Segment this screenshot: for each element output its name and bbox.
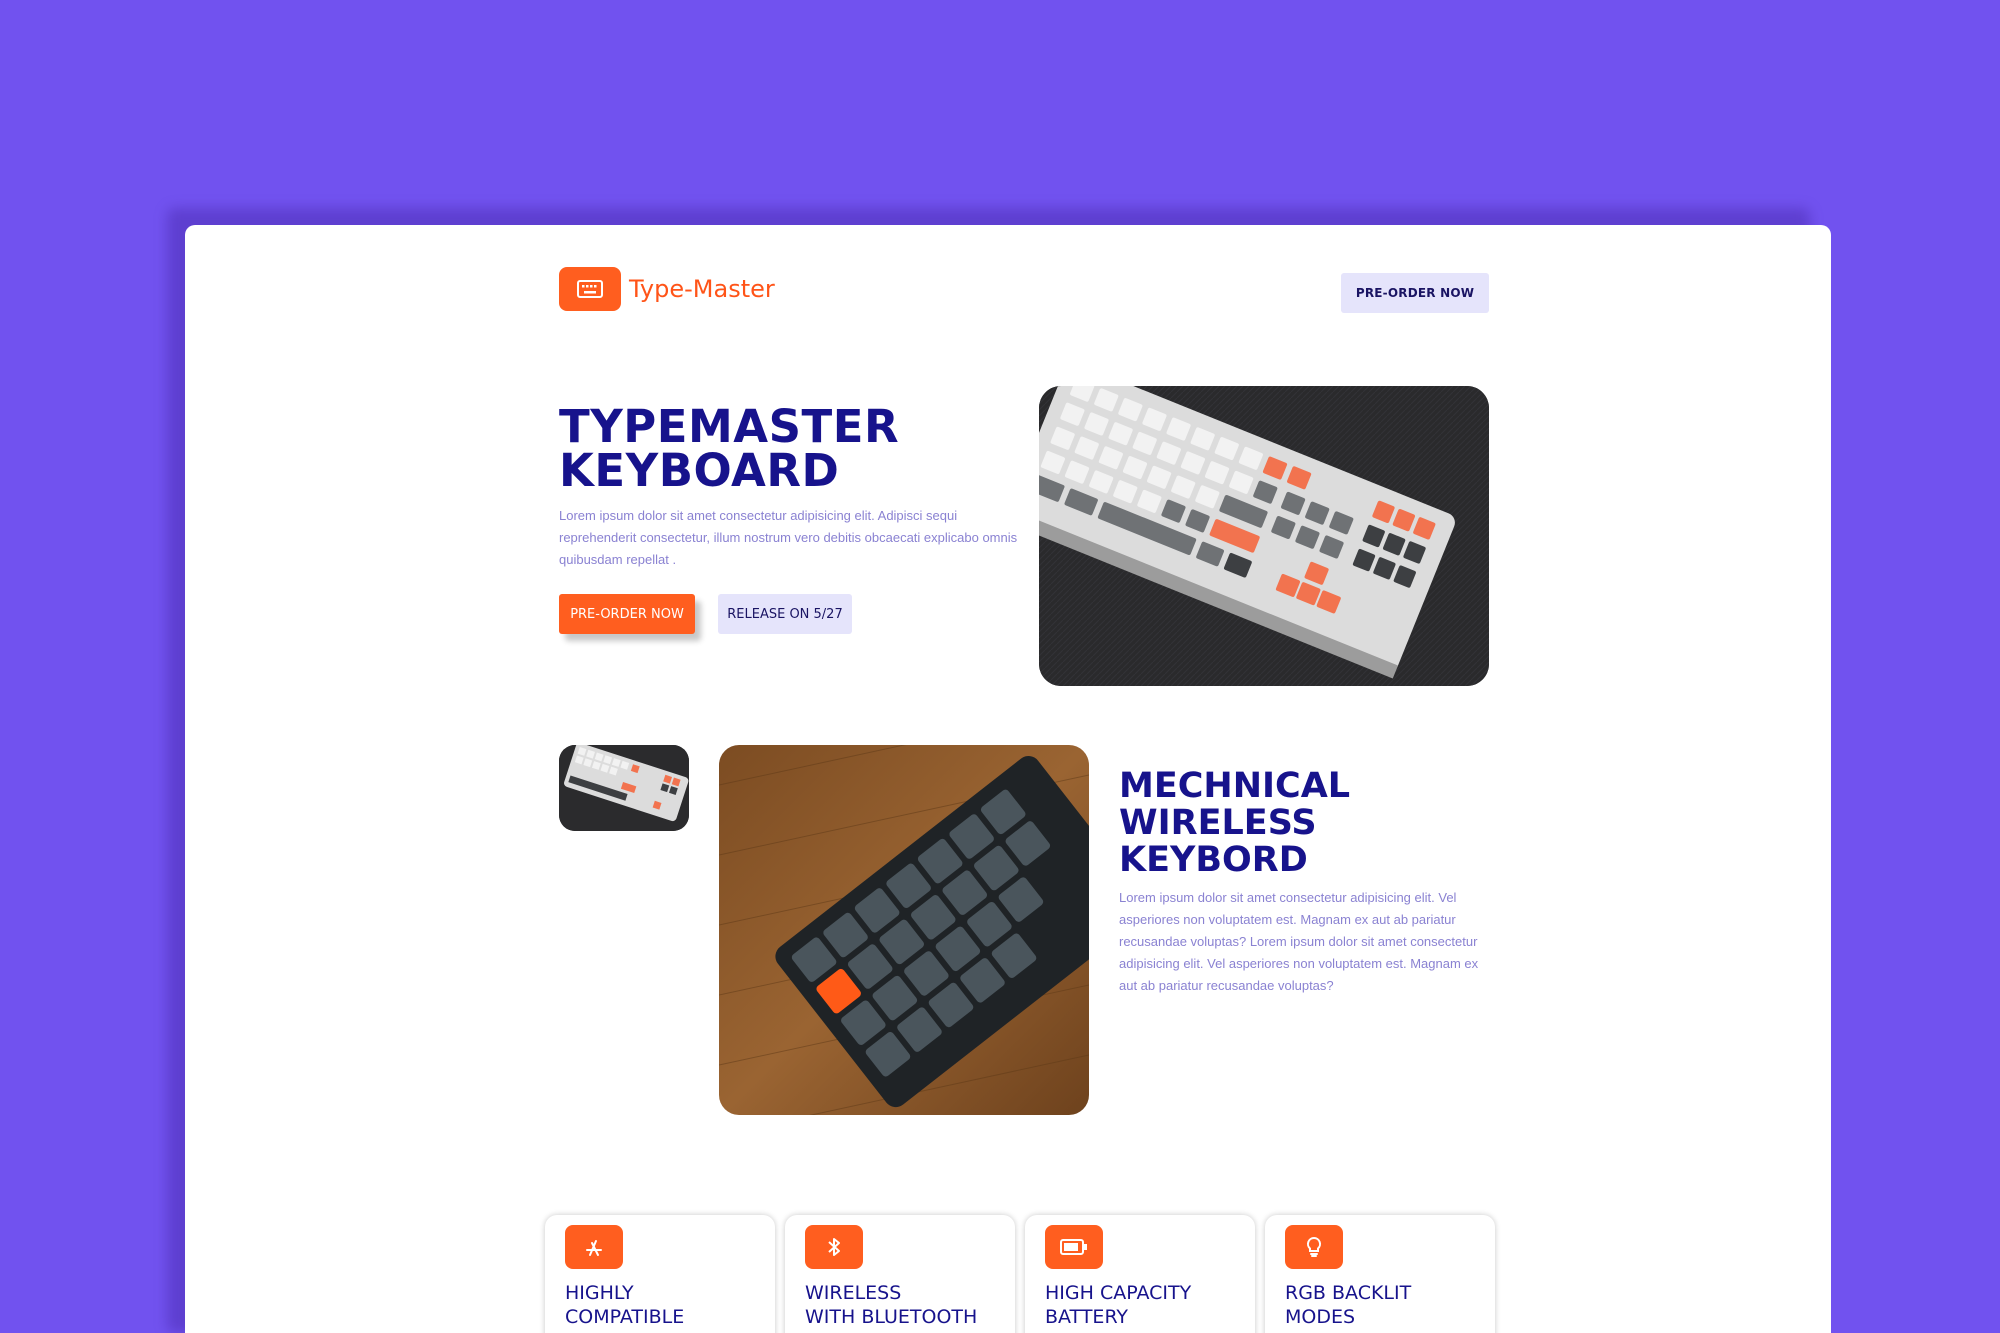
feature-title: HIGHLY COMPATIBLE	[565, 1282, 685, 1328]
feature-card-rgb: RGB BACKLIT MODES	[1265, 1215, 1495, 1333]
wireless-keyboard-image	[719, 745, 1089, 1115]
brand-logo[interactable]: Type-Master	[559, 267, 775, 311]
header-preorder-button[interactable]: PRE-ORDER NOW	[1341, 273, 1489, 313]
features-row: HIGHLY COMPATIBLE WIRELESS WITH BLUETOOT…	[545, 1215, 1505, 1333]
feature-card-battery: HIGH CAPACITY BATTERY	[1025, 1215, 1255, 1333]
release-date-button[interactable]: RELEASE ON 5/27	[718, 594, 852, 634]
hero-title: TYPEMASTER KEYBOARD	[559, 400, 900, 497]
feature-card-bluetooth: WIRELESS WITH BLUETOOTH	[785, 1215, 1015, 1333]
hero-keyboard-image	[1039, 386, 1489, 686]
keyboard-thumbnail[interactable]	[559, 745, 689, 831]
bluetooth-icon	[805, 1225, 863, 1269]
feature-title: WIRELESS WITH BLUETOOTH	[805, 1282, 978, 1328]
feature-title: RGB BACKLIT MODES	[1285, 1282, 1412, 1328]
section-description: Lorem ipsum dolor sit amet consectetur a…	[1119, 890, 1479, 993]
app-store-icon	[565, 1225, 623, 1269]
hero-description: Lorem ipsum dolor sit amet consectetur a…	[559, 508, 1018, 567]
landing-page-card: Type-Master PRE-ORDER NOW TYPEMASTER KEY…	[185, 225, 1831, 1333]
lightbulb-icon	[1285, 1225, 1343, 1269]
brand-name: Type-Master	[629, 275, 775, 303]
preorder-button[interactable]: PRE-ORDER NOW	[559, 594, 695, 634]
keyboard-icon	[559, 267, 621, 311]
battery-icon	[1045, 1225, 1103, 1269]
feature-card-compatible: HIGHLY COMPATIBLE	[545, 1215, 775, 1333]
feature-title: HIGH CAPACITY BATTERY	[1045, 1282, 1192, 1328]
section-title: MECHNICAL WIRELESS KEYBORD	[1119, 766, 1351, 880]
